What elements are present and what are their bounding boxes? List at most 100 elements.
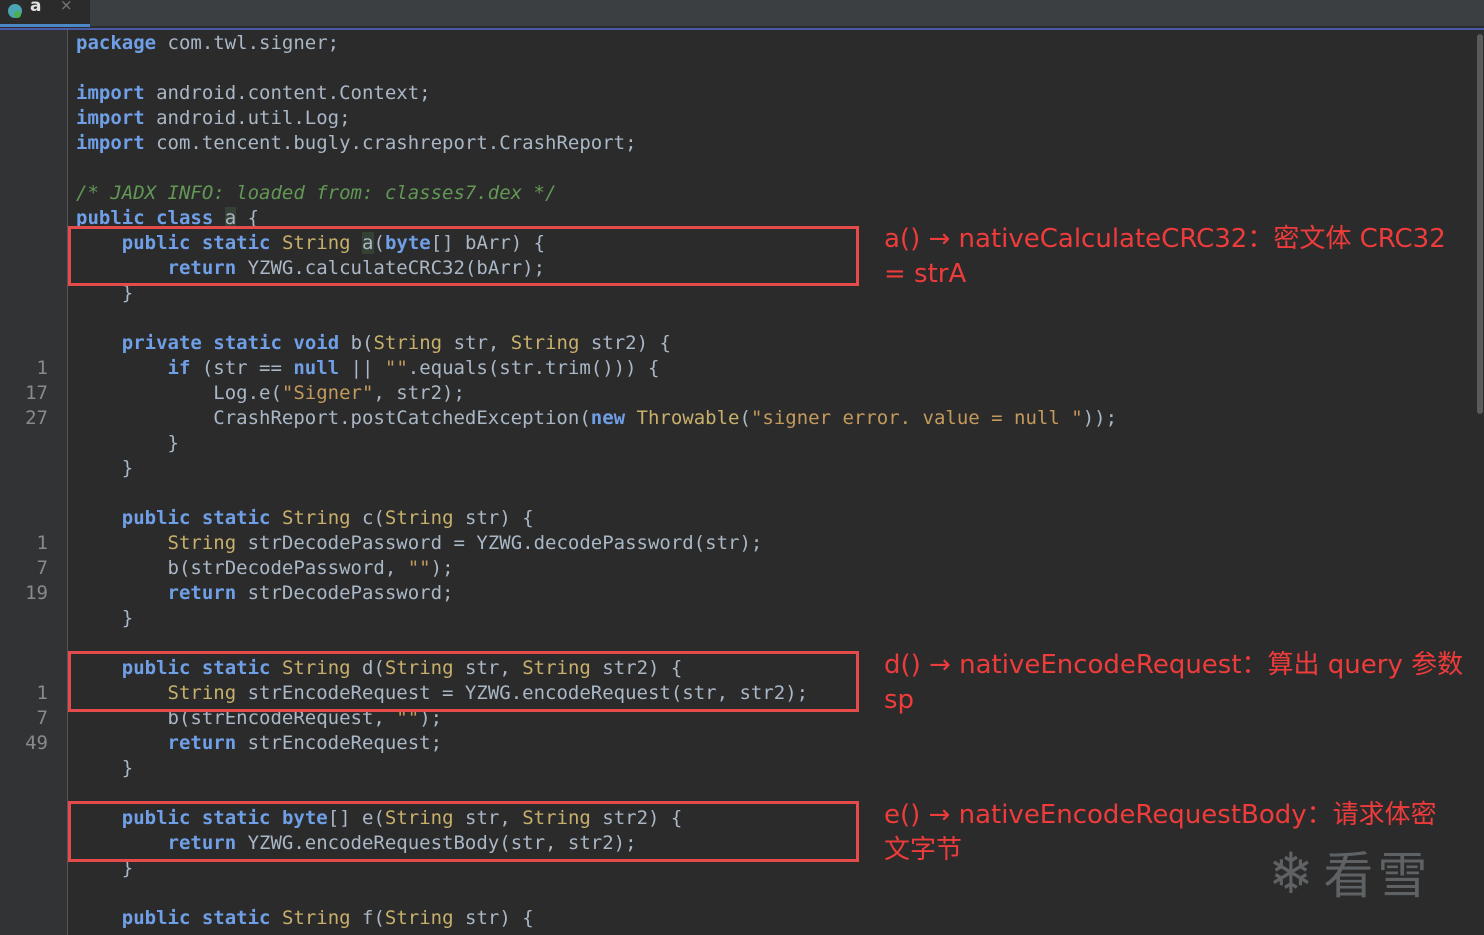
code-line: /* JADX INFO: loaded from: classes7.dex … — [76, 181, 1117, 206]
code-line: public static String f(String str) { — [76, 906, 1117, 931]
code-token: String — [384, 907, 454, 929]
code-token: b(strDecodePassword, — [76, 557, 408, 579]
code-token: import — [76, 132, 145, 154]
code-token: String — [373, 332, 443, 354]
annotation-a: a() → nativeCalculateCRC32：密文体 CRC32 = s… — [884, 224, 1446, 289]
code-token: static — [201, 907, 271, 929]
code-line: public static String c(String str) { — [76, 506, 1117, 531]
code-editor[interactable]: package com.twl.signer; import android.c… — [76, 31, 1117, 931]
code-token: static — [201, 507, 271, 529]
code-token: } — [76, 757, 134, 779]
code-token: String — [281, 907, 351, 929]
code-token: return — [167, 582, 237, 604]
code-line: } — [76, 456, 1117, 481]
highlight-box-a — [68, 226, 859, 286]
code-token: Throwable — [636, 407, 740, 429]
code-line: } — [76, 756, 1117, 781]
line-number: 49 — [25, 732, 48, 754]
code-token: "" — [384, 357, 408, 379]
tab-underline — [0, 28, 1484, 30]
annotation-d: d() → nativeEncodeRequest：算出 query 参数 sp — [884, 650, 1464, 715]
code-line: package com.twl.signer; — [76, 31, 1117, 56]
code-line: } — [76, 431, 1117, 456]
code-token: null — [293, 357, 340, 379]
code-token: || — [339, 357, 385, 379]
code-token: CrashReport.postCatchedException( — [76, 407, 591, 429]
highlight-box-d — [68, 651, 859, 712]
tab-label: a — [30, 0, 42, 16]
code-token: if — [167, 357, 191, 379]
snowflake-icon: ❄ — [1272, 835, 1310, 908]
code-line: import com.tencent.bugly.crashreport.Cra… — [76, 131, 1117, 156]
line-number: 17 — [25, 382, 48, 404]
code-line: return strDecodePassword; — [76, 581, 1117, 606]
code-line: return strEncodeRequest; — [76, 731, 1117, 756]
close-icon[interactable]: × — [60, 0, 73, 14]
code-token: f( — [350, 907, 385, 929]
code-token: (str == — [190, 357, 294, 379]
code-token: android.util.Log; — [144, 107, 351, 129]
code-token: import — [76, 107, 145, 129]
code-token: String — [510, 332, 580, 354]
code-token: public — [121, 507, 191, 529]
code-token: package — [76, 32, 157, 54]
line-number: 1 — [36, 357, 48, 379]
code-line: private static void b(String str, String… — [76, 331, 1117, 356]
code-token: str, — [442, 332, 511, 354]
vertical-scrollbar[interactable] — [1477, 34, 1483, 414]
code-token: private — [121, 332, 202, 354]
line-number: 7 — [36, 707, 48, 729]
tab-a[interactable]: a × — [0, 0, 90, 27]
code-token: String — [384, 507, 454, 529]
line-number: 19 — [25, 582, 48, 604]
code-token: static — [213, 332, 282, 354]
highlight-box-e — [68, 801, 859, 862]
line-number: 7 — [36, 557, 48, 579]
code-token: "Signer" — [281, 382, 374, 404]
code-line: if (str == null || "".equals(str.trim())… — [76, 356, 1117, 381]
code-token: import — [76, 82, 145, 104]
code-token: .equals(str.trim())) { — [407, 357, 660, 379]
code-token: } — [76, 432, 179, 454]
code-token: b( — [339, 332, 374, 354]
code-token: com.tencent.bugly.crashreport.CrashRepor… — [144, 132, 637, 154]
code-line: CrashReport.postCatchedException(new Thr… — [76, 406, 1117, 431]
code-line: b(strDecodePassword, ""); — [76, 556, 1117, 581]
code-line: import android.util.Log; — [76, 106, 1117, 131]
code-token: ); — [430, 557, 454, 579]
code-token: strEncodeRequest; — [236, 732, 443, 754]
code-token: str) { — [453, 507, 534, 529]
watermark-text: 看雪 — [1323, 847, 1432, 905]
code-token: String — [167, 532, 237, 554]
code-token: c( — [350, 507, 385, 529]
code-token: } — [76, 607, 134, 629]
line-number: 27 — [25, 407, 48, 429]
code-token: /* JADX INFO: loaded from: classes7.dex … — [76, 182, 557, 204]
line-number-gutter: 1 17 27 1 7 19 1 7 49 — [0, 30, 68, 935]
line-number: 1 — [36, 682, 48, 704]
code-token: strDecodePassword = YZWG.decodePassword(… — [236, 532, 763, 554]
code-token: } — [76, 457, 134, 479]
code-token: , str2); — [373, 382, 465, 404]
code-line: String strDecodePassword = YZWG.decodePa… — [76, 531, 1117, 556]
code-token: android.content.Context; — [144, 82, 431, 104]
code-token: ( — [739, 407, 751, 429]
line-number: 1 — [36, 532, 48, 554]
code-token: String — [281, 507, 351, 529]
code-token: strDecodePassword; — [236, 582, 454, 604]
code-line: Log.e("Signer", str2); — [76, 381, 1117, 406]
